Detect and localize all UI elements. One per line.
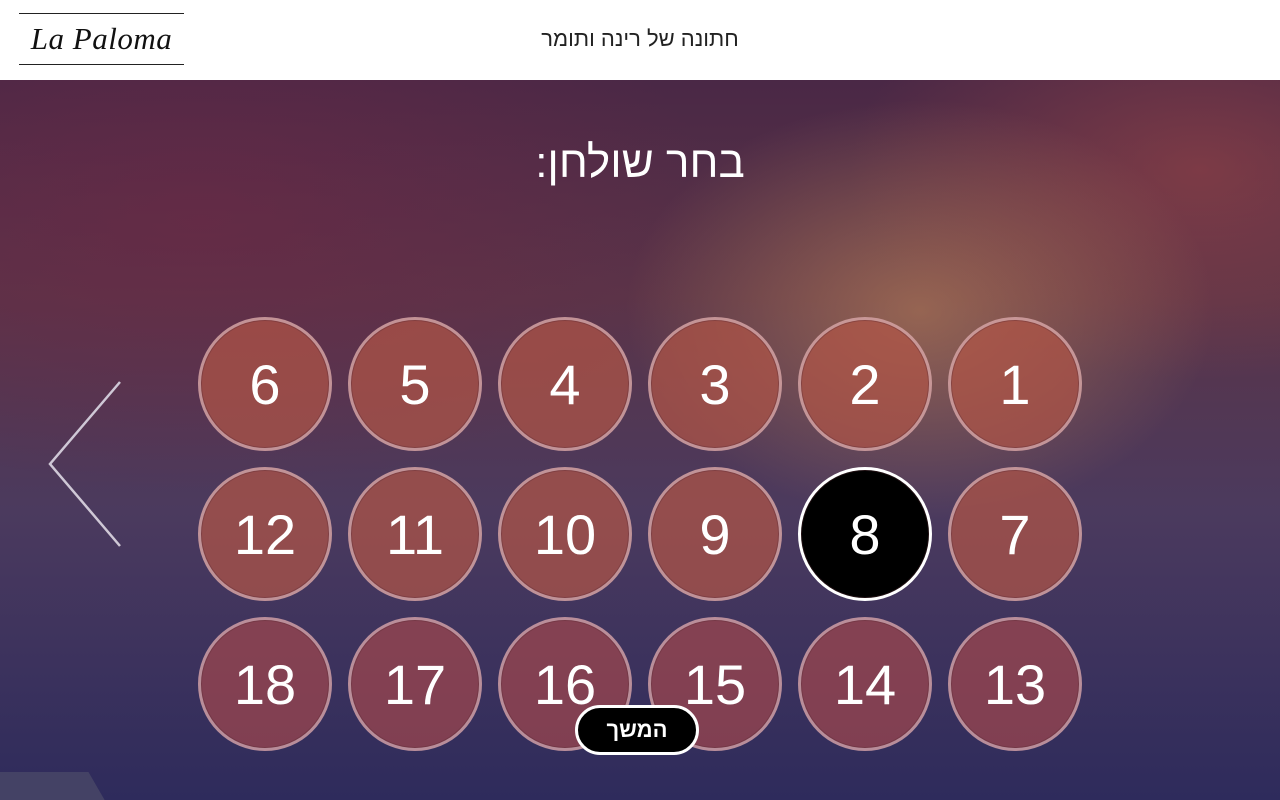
table-button[interactable]: 8: [798, 467, 932, 601]
decorative-shape: [0, 772, 112, 800]
table-button[interactable]: 10: [498, 467, 632, 601]
table-button[interactable]: 5: [348, 317, 482, 451]
table-button[interactable]: 4: [498, 317, 632, 451]
table-button[interactable]: 9: [648, 467, 782, 601]
page-heading: בחר שולחן:: [535, 138, 745, 187]
table-button[interactable]: 11: [348, 467, 482, 601]
event-title: חתונה של רינה ותומר: [541, 26, 739, 51]
table-button[interactable]: 14: [798, 617, 932, 751]
table-button[interactable]: 3: [648, 317, 782, 451]
table-button[interactable]: 1: [948, 317, 1082, 451]
table-button[interactable]: 7: [948, 467, 1082, 601]
table-button[interactable]: 2: [798, 317, 932, 451]
table-grid: 1 2 3 4 5 6 7 8 9 10 11 12 13 14 15 16 1…: [198, 317, 1082, 751]
table-button[interactable]: 17: [348, 617, 482, 751]
top-bar: La Paloma חתונה של רינה ותומר: [0, 0, 1280, 80]
continue-button[interactable]: המשך: [575, 705, 699, 755]
table-selection-panel: בחר שולחן: 1 2 3 4 5 6 7 8 9 10 11 12 13…: [0, 80, 1280, 800]
chevron-left-icon: [48, 381, 121, 547]
previous-page-button[interactable]: [44, 380, 124, 550]
table-button[interactable]: 12: [198, 467, 332, 601]
table-button[interactable]: 6: [198, 317, 332, 451]
table-button[interactable]: 13: [948, 617, 1082, 751]
table-button[interactable]: 18: [198, 617, 332, 751]
